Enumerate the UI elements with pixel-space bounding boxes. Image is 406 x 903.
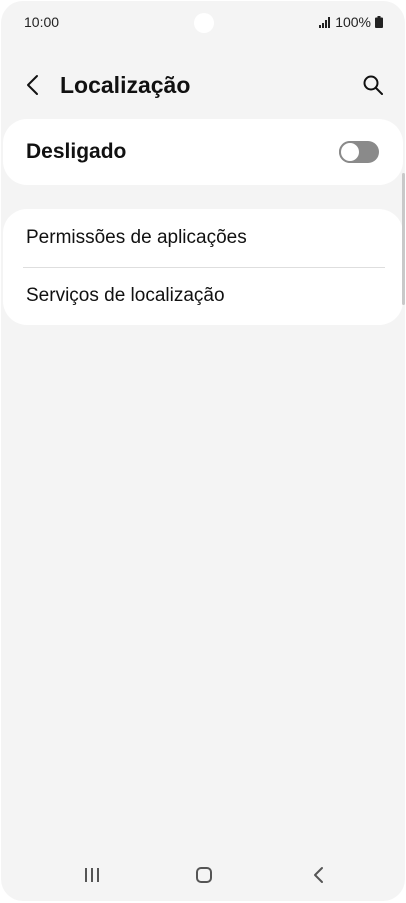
- list-item-label: Serviços de localização: [26, 285, 225, 306]
- navigation-bar: [1, 853, 405, 901]
- toggle-knob: [339, 141, 361, 163]
- list-item-location-services[interactable]: Serviços de localização: [3, 267, 403, 325]
- camera-cutout: [194, 13, 214, 33]
- list-item-app-permissions[interactable]: Permissões de aplicações: [3, 209, 403, 267]
- home-button[interactable]: [191, 863, 217, 887]
- nav-back-button[interactable]: [305, 863, 331, 887]
- screen: 10:00 100% Localização Desligado Permiss…: [1, 1, 405, 901]
- search-icon: [363, 75, 383, 95]
- location-toggle[interactable]: [339, 141, 379, 163]
- signal-icon: [319, 16, 331, 28]
- status-indicators: 100%: [319, 14, 383, 30]
- back-icon: [314, 867, 323, 883]
- location-master-switch-row[interactable]: Desligado: [3, 119, 403, 185]
- recents-icon: [85, 868, 99, 882]
- status-time: 10:00: [24, 14, 60, 30]
- recents-button[interactable]: [79, 863, 105, 887]
- home-icon: [196, 867, 212, 883]
- page-title: Localização: [60, 72, 191, 98]
- search-button[interactable]: [359, 71, 387, 99]
- back-button[interactable]: [19, 71, 47, 99]
- status-bar: 10:00 100%: [1, 1, 405, 45]
- location-status-label: Desligado: [26, 140, 127, 163]
- list-item-label: Permissões de aplicações: [26, 227, 247, 248]
- battery-icon: [375, 16, 383, 28]
- battery-percentage: 100%: [335, 14, 371, 30]
- app-bar: Localização: [1, 61, 405, 109]
- chevron-left-icon: [27, 75, 38, 95]
- scroll-indicator: [402, 173, 405, 305]
- location-settings-list: Permissões de aplicações Serviços de loc…: [3, 209, 403, 325]
